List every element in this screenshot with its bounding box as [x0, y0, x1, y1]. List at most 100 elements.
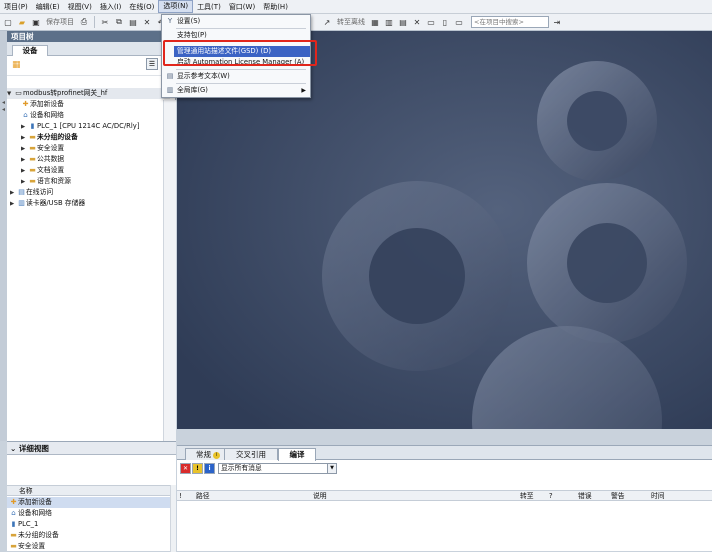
menu-options[interactable]: 选项(N) [158, 0, 194, 13]
devices-toolbar-icon[interactable]: ▦ [12, 60, 21, 70]
column-header-warnings[interactable]: 警告 [611, 491, 625, 501]
monitor-icon[interactable]: ▦ [369, 16, 381, 28]
menu-item-settings[interactable]: Y 设置(S) [162, 16, 310, 27]
message-filter-select[interactable]: 显示所有消息 ▼ [218, 462, 337, 474]
menu-item-global-libraries[interactable]: ▥ 全局库(G) ▶ [162, 85, 310, 96]
column-header-goto[interactable]: 转至 [520, 491, 534, 501]
network-icon: ⌂ [11, 509, 16, 517]
warning-filter-icon[interactable]: ! [192, 462, 203, 474]
tree-item-languages[interactable]: ▶ ▬语言和资源 [7, 176, 170, 187]
error-filter-icon[interactable]: ✕ [180, 462, 191, 474]
menu-view[interactable]: 视图(V) [64, 0, 96, 14]
project-icon: ▭ [15, 89, 22, 97]
tree-item-ungrouped[interactable]: ▶ ▬未分组的设备 [7, 132, 170, 143]
view-toggle-icon[interactable]: ☰ [146, 58, 158, 70]
details-name-column-header[interactable]: 名称 [7, 485, 170, 496]
project-tree-title: 项目树 [11, 32, 34, 41]
list-item[interactable]: ▮ PLC_1 [7, 519, 170, 530]
menubar: 项目(P) 编辑(E) 视图(V) 插入(I) 在线(O) 选项(N) 工具(T… [0, 0, 712, 14]
project-tree-header: 项目树 ▫ [7, 31, 175, 42]
go-offline-icon[interactable]: ↗ [321, 16, 333, 28]
menu-help[interactable]: 帮助(H) [259, 0, 292, 14]
tree-item-document-settings[interactable]: ▶ ▬文档设置 [7, 165, 170, 176]
menu-online[interactable]: 在线(O) [125, 0, 158, 14]
menu-window[interactable]: 窗口(W) [225, 0, 259, 14]
network-icon: ⌂ [23, 111, 28, 119]
column-header-errors[interactable]: 错误 [578, 491, 592, 501]
menu-item-show-reference-text[interactable]: ▤ 显示参考文本(W) [162, 71, 310, 82]
copy-icon[interactable]: ⧉ [113, 16, 125, 28]
table-icon[interactable]: ▥ [383, 16, 395, 28]
list-item[interactable]: ⌂ 设备和网络 [7, 508, 170, 519]
save-project-button[interactable]: 保存项目 [44, 17, 76, 27]
tab-devices[interactable]: 设备 [12, 45, 48, 56]
paste-icon[interactable]: ▤ [127, 16, 139, 28]
tree-item-label: PLC_1 [CPU 1214C AC/DC/Rly] [37, 122, 140, 130]
expand-arrow-icon[interactable]: ▶ [10, 199, 17, 210]
close-all-icon[interactable]: ✕ [411, 16, 423, 28]
menu-item-label: 显示参考文本(W) [177, 72, 230, 80]
details-list: ✚ 添加新设备 ⌂ 设备和网络 ▮ PLC_1 ▬未分组的设备 ▬安全设置 [7, 497, 170, 552]
tab-cross-references[interactable]: 交叉引用 [224, 448, 278, 460]
cut-icon[interactable]: ✂ [99, 16, 111, 28]
chevron-down-icon[interactable]: ▼ [327, 463, 336, 473]
settings-icon: Y [167, 17, 173, 25]
list-item-label: 未分组的设备 [18, 531, 59, 539]
submenu-arrow-icon: ▶ [301, 87, 306, 94]
tree-item-common-data[interactable]: ▶ ▬公共数据 [7, 154, 170, 165]
menu-project[interactable]: 项目(P) [0, 0, 32, 14]
new-project-icon[interactable]: ▢ [2, 16, 14, 28]
collapse-arrow-icon[interactable]: ⌄ [10, 444, 19, 453]
list-item[interactable]: ▬未分组的设备 [7, 530, 170, 541]
go-offline-button[interactable]: 转至离线 [335, 17, 367, 27]
menu-tools[interactable]: 工具(T) [193, 0, 225, 14]
column-header-time[interactable]: 时间 [651, 491, 665, 501]
tree-item-security[interactable]: ▶ ▬安全设置 [7, 143, 170, 154]
info-filter-icon[interactable]: i [204, 462, 215, 474]
tree-item-add-device[interactable]: ✚ 添加新设备 [7, 99, 170, 110]
menu-separator [176, 69, 306, 70]
tree-item-project[interactable]: ▼ ▭modbus转profinet网关_hf [7, 88, 170, 99]
delete-icon[interactable]: ✕ [141, 16, 153, 28]
layout-icon[interactable]: ▭ [453, 16, 465, 28]
menu-insert[interactable]: 插入(I) [96, 0, 126, 14]
details-scrollbar[interactable] [170, 485, 176, 552]
column-header-help[interactable]: ? [549, 491, 553, 501]
add-device-icon: ✚ [10, 498, 17, 506]
annotation-highlight-box [163, 40, 317, 66]
tree-item-plc[interactable]: ▶ ▮ PLC_1 [CPU 1214C AC/DC/Rly] [7, 121, 170, 132]
split-vertical-icon[interactable]: ▯ [439, 16, 451, 28]
list-item[interactable]: ✚ 添加新设备 [7, 497, 170, 508]
menu-item-label: 全局库(G) [177, 86, 208, 94]
menu-edit[interactable]: 编辑(E) [32, 0, 64, 14]
reference-text-icon: ▤ [166, 72, 174, 80]
project-tree-scrollbar[interactable] [163, 100, 176, 441]
search-next-icon[interactable]: ⇥ [551, 16, 563, 28]
tree-item-label: 设备和网络 [30, 111, 64, 119]
print-icon[interactable]: ⎙ [78, 16, 90, 28]
tree-item-label: 读卡器/USB 存储器 [26, 199, 86, 207]
save-icon[interactable]: ▣ [30, 16, 42, 28]
details-view-header[interactable]: ⌄ 详细视图 [7, 442, 176, 455]
open-project-icon[interactable]: ▰ [16, 16, 28, 28]
plc-icon: ▮ [11, 520, 16, 528]
menu-item-label: 支持包(P) [177, 31, 207, 39]
list-item[interactable]: ▬安全设置 [7, 541, 170, 552]
tree-item-online-access[interactable]: ▶ ▤在线访问 [7, 187, 170, 198]
tree-item-label: 公共数据 [37, 155, 65, 163]
list-item-label: 添加新设备 [18, 498, 52, 506]
project-tree-panel: 项目树 ▫ 设备 ▦ ☰ ▼▭modbus转profinet网关_hf ✚添加新… [7, 31, 176, 441]
list-icon[interactable]: ▤ [397, 16, 409, 28]
column-header-path[interactable]: 路径 [196, 491, 210, 501]
list-item-label: 设备和网络 [18, 509, 52, 517]
project-search-input[interactable]: <在项目中搜索> [471, 16, 549, 28]
menu-item-label: 设置(S) [177, 17, 201, 25]
column-header-description[interactable]: 说明 [313, 491, 327, 501]
project-tree: ▼ ▭modbus转profinet网关_hf ✚ 添加新设备 ⌂ 设备和网络 ▶ ▮ P… [7, 88, 170, 209]
tree-item-label: modbus转profinet网关_hf [23, 89, 108, 97]
split-horizontal-icon[interactable]: ▭ [425, 16, 437, 28]
tree-item-devices-networks[interactable]: ⌂ 设备和网络 [7, 110, 170, 121]
tree-item-card-reader[interactable]: ▶ ▥读卡器/USB 存储器 [7, 198, 170, 209]
tab-compile[interactable]: 编译 [278, 448, 316, 461]
left-side-strip[interactable]: ◂◂ [0, 31, 7, 441]
